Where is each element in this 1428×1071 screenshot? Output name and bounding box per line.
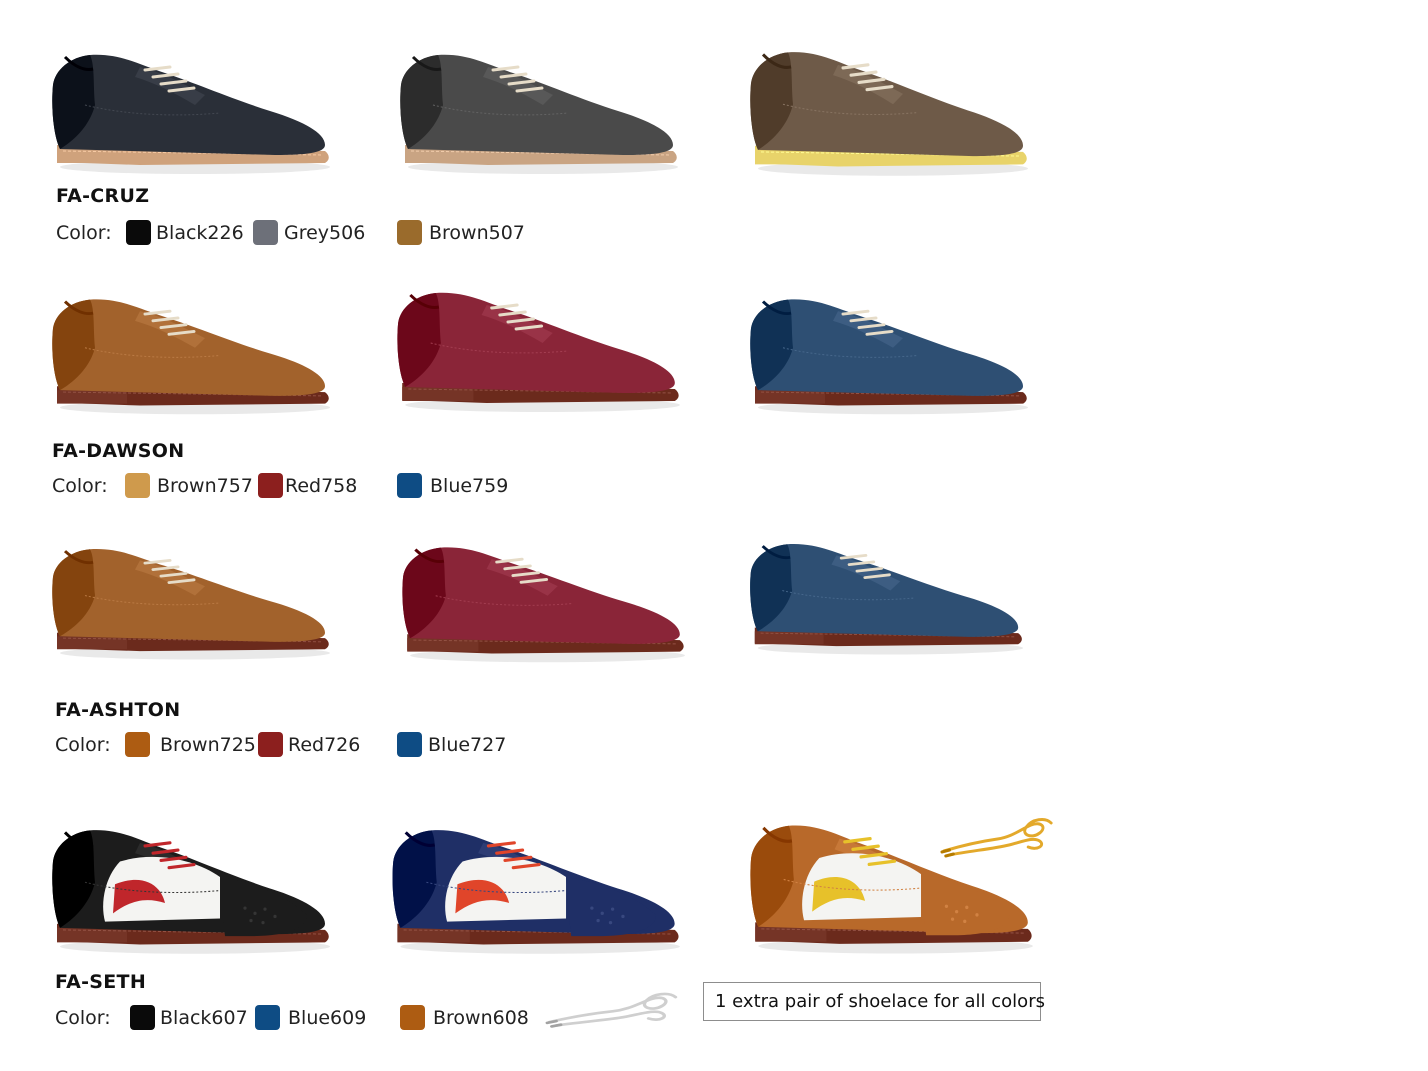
swatch-red758[interactable] [258, 473, 283, 498]
swatch-blue609[interactable] [255, 1005, 280, 1030]
swatch-blue759[interactable] [397, 473, 422, 498]
swatch-label-red726: Red726 [288, 734, 361, 756]
red-oxford-shoe-image [390, 283, 685, 418]
color-label: Color: [55, 1007, 111, 1029]
swatch-label-blue759: Blue759 [430, 475, 509, 497]
swatch-black607[interactable] [130, 1005, 155, 1030]
color-options-cruz: Color: Black226 Grey506 Brown507 [56, 218, 576, 248]
swatch-label-black607: Black607 [160, 1007, 248, 1029]
model-name-cruz: FA-CRUZ [56, 185, 150, 207]
color-label: Color: [55, 734, 111, 756]
red-derby-shoe-image-ashton [395, 538, 690, 668]
swatch-label-brown507: Brown507 [429, 222, 525, 244]
color-label: Color: [52, 475, 108, 497]
black-derby-shoe-image [45, 45, 335, 180]
swatch-blue727[interactable] [397, 732, 422, 757]
swatch-grey506[interactable] [253, 220, 278, 245]
blue-white-wingtip-shoe-image [385, 820, 685, 960]
swatch-brown507[interactable] [397, 220, 422, 245]
brown-oxford-shoe-image [45, 290, 335, 420]
yellow-shoelace-icon [940, 815, 1055, 860]
model-name-seth: FA-SETH [55, 971, 147, 993]
extra-shoelace-note: 1 extra pair of shoelace for all colors [703, 982, 1045, 1021]
swatch-brown757[interactable] [125, 473, 150, 498]
swatch-label-blue727: Blue727 [428, 734, 507, 756]
color-options-dawson: Color: Brown757 Red758 Blue759 [52, 471, 572, 501]
color-label: Color: [56, 222, 112, 244]
color-options-ashton: Color: Brown725 Red726 Blue727 [55, 730, 575, 760]
swatch-label-brown725: Brown725 [160, 734, 256, 756]
color-options-seth: Color: Black607 Blue609 Brown608 [55, 1003, 575, 1033]
swatch-label-red758: Red758 [285, 475, 358, 497]
swatch-label-grey506: Grey506 [284, 222, 366, 244]
model-name-dawson: FA-DAWSON [52, 440, 185, 462]
swatch-red726[interactable] [258, 732, 283, 757]
model-name-ashton: FA-ASHTON [55, 699, 181, 721]
swatch-brown608[interactable] [400, 1005, 425, 1030]
brown-derby-shoe-image-ashton [45, 540, 335, 665]
blue-derby-shoe-image-ashton [743, 535, 1028, 660]
brown-derby-shoe-image [743, 42, 1033, 182]
swatch-label-blue609: Blue609 [288, 1007, 367, 1029]
swatch-brown725[interactable] [125, 732, 150, 757]
swatch-label-brown608: Brown608 [433, 1007, 529, 1029]
swatch-label-brown757: Brown757 [157, 475, 253, 497]
swatch-label-black226: Black226 [156, 222, 244, 244]
black-white-wingtip-shoe-image [45, 820, 335, 960]
blue-oxford-shoe-image [743, 290, 1033, 420]
grey-derby-shoe-image [393, 45, 683, 180]
white-shoelace-icon [545, 990, 680, 1030]
swatch-black226[interactable] [126, 220, 151, 245]
